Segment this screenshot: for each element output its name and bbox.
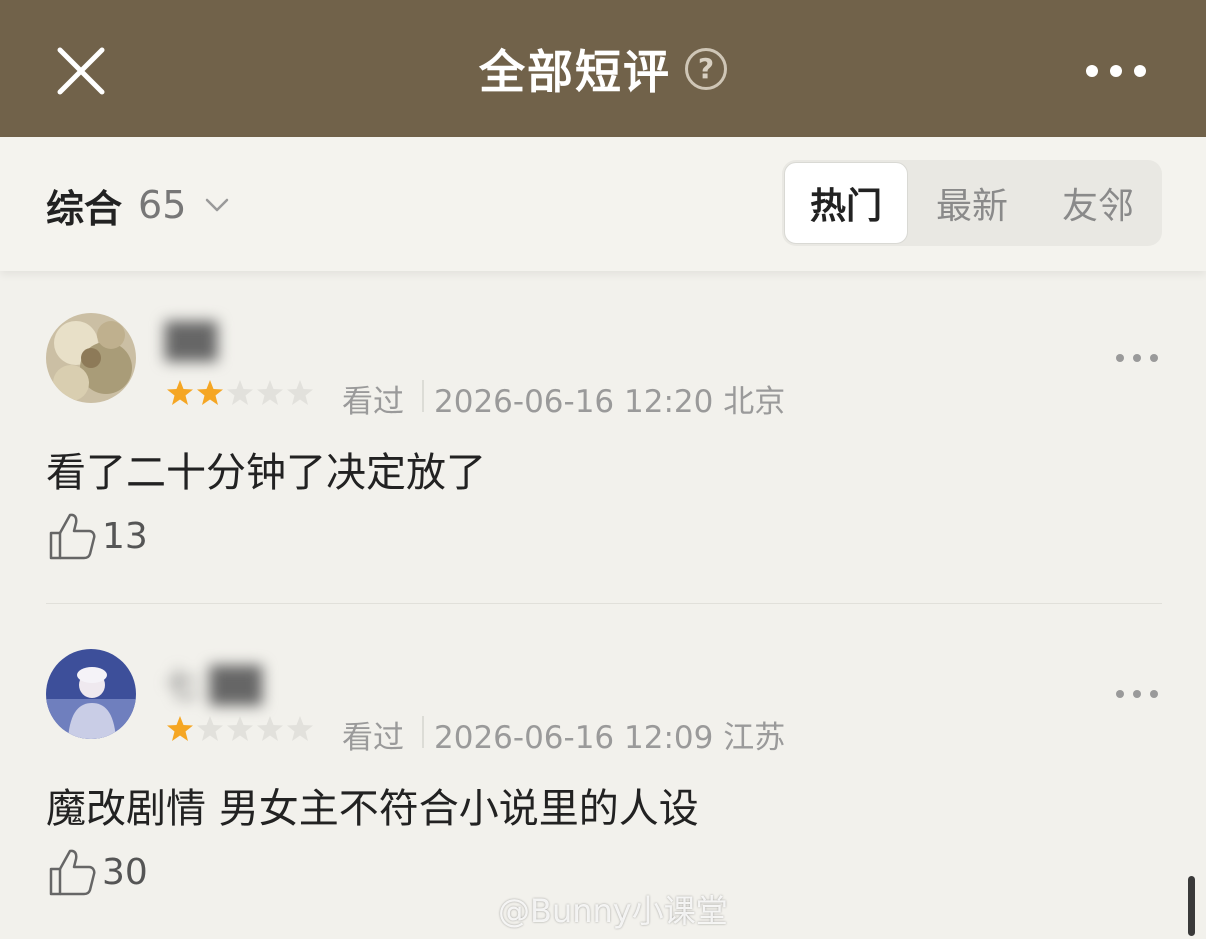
watched-status: 看过 xyxy=(342,384,404,420)
like-count: 13 xyxy=(102,515,148,557)
thumbs-up-icon xyxy=(49,513,96,560)
close-button[interactable] xyxy=(52,42,110,100)
like-button[interactable]: 13 xyxy=(48,510,148,562)
close-icon xyxy=(57,47,105,95)
review-location: 北京 xyxy=(723,384,786,420)
review-datetime: 2026-06-16 12:20 xyxy=(434,384,714,420)
watermark-text: @Bunny小课堂 xyxy=(498,892,728,930)
review-more-button[interactable] xyxy=(1114,350,1160,364)
like-count: 30 xyxy=(102,851,148,893)
review-location: 江苏 xyxy=(723,720,786,756)
star-filled-icon xyxy=(197,380,223,405)
more-dots-icon xyxy=(1116,354,1158,362)
username[interactable]: 七 ██ xyxy=(165,658,262,706)
tab-latest[interactable]: 最新 xyxy=(910,162,1034,244)
review-meta: 2026-06-16 12:09 江苏 xyxy=(434,712,785,757)
star-empty-icon xyxy=(197,716,223,741)
star-empty-icon xyxy=(257,380,283,405)
username[interactable]: ██ xyxy=(165,322,217,368)
scrollbar[interactable] xyxy=(1188,876,1195,936)
star-filled-icon xyxy=(167,716,193,741)
avatar[interactable] xyxy=(46,313,136,403)
star-empty-icon xyxy=(227,380,253,405)
review-meta: 2026-06-16 12:20 北京 xyxy=(434,376,785,421)
sort-dropdown[interactable]: 综合 65 xyxy=(46,180,230,231)
more-dots-icon xyxy=(1116,690,1158,698)
tab-hot[interactable]: 热门 xyxy=(784,162,908,244)
meta-divider xyxy=(422,380,424,412)
star-empty-icon xyxy=(257,716,283,741)
page-title: 全部短评 xyxy=(479,44,671,99)
star-empty-icon xyxy=(287,380,313,405)
review-more-button[interactable] xyxy=(1114,686,1160,700)
top-app-bar: 全部短评 ? xyxy=(0,0,1206,137)
rating-stars xyxy=(165,378,315,412)
star-empty-icon xyxy=(287,716,313,741)
watched-status: 看过 xyxy=(342,720,404,756)
rating-stars xyxy=(165,714,315,748)
review-count: 65 xyxy=(138,183,187,227)
avatar[interactable] xyxy=(46,649,136,739)
tab-friends[interactable]: 友邻 xyxy=(1036,162,1160,244)
review-text: 看了二十分钟了决定放了 xyxy=(46,450,486,496)
review-divider xyxy=(46,603,1162,604)
thumbs-up-icon xyxy=(49,849,96,896)
meta-divider xyxy=(422,716,424,748)
more-options-button[interactable] xyxy=(1080,56,1152,86)
sort-label: 综合 xyxy=(46,186,123,231)
more-dots-icon xyxy=(1086,65,1146,77)
star-empty-icon xyxy=(227,716,253,741)
chevron-down-icon xyxy=(206,198,229,212)
like-button[interactable]: 30 xyxy=(48,846,148,898)
review-text: 魔改剧情 男女主不符合小说里的人设 xyxy=(46,786,699,832)
watermark: @Bunny小课堂 xyxy=(498,884,728,934)
help-icon[interactable]: ? xyxy=(685,47,727,90)
review-datetime: 2026-06-16 12:09 xyxy=(434,720,714,756)
tab-group: 热门 最新 友邻 xyxy=(782,160,1162,246)
star-filled-icon xyxy=(167,380,193,405)
